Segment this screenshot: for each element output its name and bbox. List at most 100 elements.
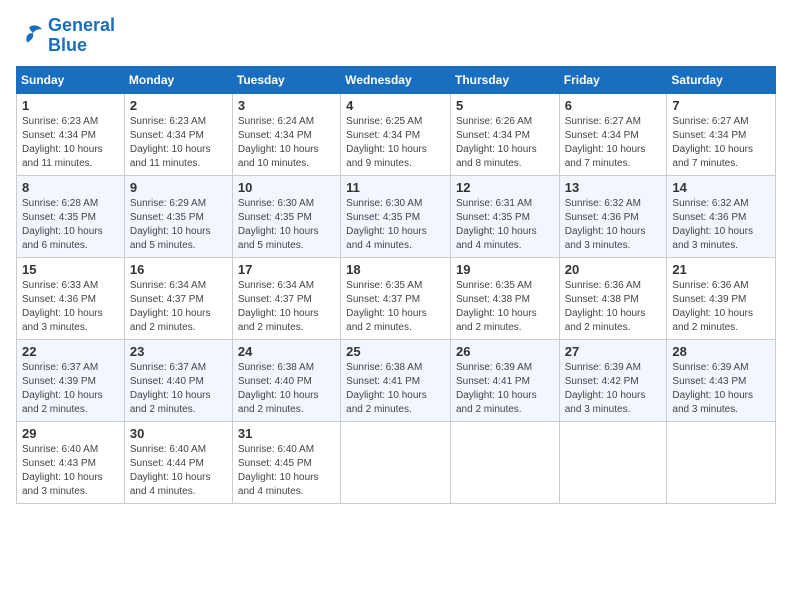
day-number: 23	[130, 344, 227, 359]
day-detail: Sunrise: 6:33 AMSunset: 4:36 PMDaylight:…	[22, 279, 119, 335]
day-detail: Sunrise: 6:36 AMSunset: 4:38 PMDaylight:…	[565, 279, 662, 335]
day-number: 1	[22, 98, 119, 113]
week-row-1: 1 Sunrise: 6:23 AMSunset: 4:34 PMDayligh…	[17, 93, 776, 175]
day-number: 17	[238, 262, 335, 277]
day-number: 18	[346, 262, 445, 277]
day-cell: 17 Sunrise: 6:34 AMSunset: 4:37 PMDaylig…	[232, 257, 340, 339]
day-detail: Sunrise: 6:37 AMSunset: 4:40 PMDaylight:…	[130, 361, 227, 417]
day-cell: 9 Sunrise: 6:29 AMSunset: 4:35 PMDayligh…	[124, 175, 232, 257]
day-cell: 12 Sunrise: 6:31 AMSunset: 4:35 PMDaylig…	[450, 175, 559, 257]
day-detail: Sunrise: 6:39 AMSunset: 4:43 PMDaylight:…	[672, 361, 770, 417]
day-cell: 8 Sunrise: 6:28 AMSunset: 4:35 PMDayligh…	[17, 175, 125, 257]
day-detail: Sunrise: 6:40 AMSunset: 4:45 PMDaylight:…	[238, 443, 335, 499]
day-cell: 2 Sunrise: 6:23 AMSunset: 4:34 PMDayligh…	[124, 93, 232, 175]
day-detail: Sunrise: 6:34 AMSunset: 4:37 PMDaylight:…	[130, 279, 227, 335]
day-detail: Sunrise: 6:30 AMSunset: 4:35 PMDaylight:…	[346, 197, 445, 253]
day-number: 13	[565, 180, 662, 195]
day-detail: Sunrise: 6:39 AMSunset: 4:42 PMDaylight:…	[565, 361, 662, 417]
week-row-3: 15 Sunrise: 6:33 AMSunset: 4:36 PMDaylig…	[17, 257, 776, 339]
day-cell: 1 Sunrise: 6:23 AMSunset: 4:34 PMDayligh…	[17, 93, 125, 175]
day-cell: 23 Sunrise: 6:37 AMSunset: 4:40 PMDaylig…	[124, 339, 232, 421]
header-sunday: Sunday	[17, 66, 125, 93]
logo: General Blue	[16, 16, 115, 56]
day-cell: 30 Sunrise: 6:40 AMSunset: 4:44 PMDaylig…	[124, 421, 232, 503]
day-detail: Sunrise: 6:35 AMSunset: 4:37 PMDaylight:…	[346, 279, 445, 335]
day-detail: Sunrise: 6:23 AMSunset: 4:34 PMDaylight:…	[22, 115, 119, 171]
day-detail: Sunrise: 6:29 AMSunset: 4:35 PMDaylight:…	[130, 197, 227, 253]
day-cell: 20 Sunrise: 6:36 AMSunset: 4:38 PMDaylig…	[559, 257, 667, 339]
day-detail: Sunrise: 6:23 AMSunset: 4:34 PMDaylight:…	[130, 115, 227, 171]
day-number: 21	[672, 262, 770, 277]
day-number: 8	[22, 180, 119, 195]
day-number: 24	[238, 344, 335, 359]
day-number: 14	[672, 180, 770, 195]
day-cell: 29 Sunrise: 6:40 AMSunset: 4:43 PMDaylig…	[17, 421, 125, 503]
day-cell: 24 Sunrise: 6:38 AMSunset: 4:40 PMDaylig…	[232, 339, 340, 421]
week-row-4: 22 Sunrise: 6:37 AMSunset: 4:39 PMDaylig…	[17, 339, 776, 421]
day-number: 19	[456, 262, 554, 277]
day-detail: Sunrise: 6:27 AMSunset: 4:34 PMDaylight:…	[565, 115, 662, 171]
calendar-table: SundayMondayTuesdayWednesdayThursdayFrid…	[16, 66, 776, 504]
day-number: 16	[130, 262, 227, 277]
day-cell: 15 Sunrise: 6:33 AMSunset: 4:36 PMDaylig…	[17, 257, 125, 339]
day-cell: 21 Sunrise: 6:36 AMSunset: 4:39 PMDaylig…	[667, 257, 776, 339]
day-cell: 31 Sunrise: 6:40 AMSunset: 4:45 PMDaylig…	[232, 421, 340, 503]
day-detail: Sunrise: 6:27 AMSunset: 4:34 PMDaylight:…	[672, 115, 770, 171]
day-detail: Sunrise: 6:35 AMSunset: 4:38 PMDaylight:…	[456, 279, 554, 335]
calendar-header-row: SundayMondayTuesdayWednesdayThursdayFrid…	[17, 66, 776, 93]
header-wednesday: Wednesday	[341, 66, 451, 93]
header-friday: Friday	[559, 66, 667, 93]
day-number: 30	[130, 426, 227, 441]
day-detail: Sunrise: 6:24 AMSunset: 4:34 PMDaylight:…	[238, 115, 335, 171]
day-cell: 27 Sunrise: 6:39 AMSunset: 4:42 PMDaylig…	[559, 339, 667, 421]
day-detail: Sunrise: 6:25 AMSunset: 4:34 PMDaylight:…	[346, 115, 445, 171]
day-cell: 16 Sunrise: 6:34 AMSunset: 4:37 PMDaylig…	[124, 257, 232, 339]
day-cell	[450, 421, 559, 503]
day-number: 4	[346, 98, 445, 113]
day-cell	[559, 421, 667, 503]
header-tuesday: Tuesday	[232, 66, 340, 93]
day-detail: Sunrise: 6:39 AMSunset: 4:41 PMDaylight:…	[456, 361, 554, 417]
day-number: 26	[456, 344, 554, 359]
day-detail: Sunrise: 6:32 AMSunset: 4:36 PMDaylight:…	[565, 197, 662, 253]
day-cell: 14 Sunrise: 6:32 AMSunset: 4:36 PMDaylig…	[667, 175, 776, 257]
day-number: 5	[456, 98, 554, 113]
day-detail: Sunrise: 6:26 AMSunset: 4:34 PMDaylight:…	[456, 115, 554, 171]
day-number: 11	[346, 180, 445, 195]
day-number: 7	[672, 98, 770, 113]
logo-text: General Blue	[48, 16, 115, 56]
day-detail: Sunrise: 6:38 AMSunset: 4:40 PMDaylight:…	[238, 361, 335, 417]
day-cell: 7 Sunrise: 6:27 AMSunset: 4:34 PMDayligh…	[667, 93, 776, 175]
day-detail: Sunrise: 6:34 AMSunset: 4:37 PMDaylight:…	[238, 279, 335, 335]
day-detail: Sunrise: 6:38 AMSunset: 4:41 PMDaylight:…	[346, 361, 445, 417]
day-number: 29	[22, 426, 119, 441]
week-row-2: 8 Sunrise: 6:28 AMSunset: 4:35 PMDayligh…	[17, 175, 776, 257]
header-saturday: Saturday	[667, 66, 776, 93]
day-number: 22	[22, 344, 119, 359]
day-cell	[341, 421, 451, 503]
day-detail: Sunrise: 6:40 AMSunset: 4:44 PMDaylight:…	[130, 443, 227, 499]
day-number: 28	[672, 344, 770, 359]
day-cell: 22 Sunrise: 6:37 AMSunset: 4:39 PMDaylig…	[17, 339, 125, 421]
day-number: 27	[565, 344, 662, 359]
day-cell: 11 Sunrise: 6:30 AMSunset: 4:35 PMDaylig…	[341, 175, 451, 257]
day-detail: Sunrise: 6:32 AMSunset: 4:36 PMDaylight:…	[672, 197, 770, 253]
day-cell: 26 Sunrise: 6:39 AMSunset: 4:41 PMDaylig…	[450, 339, 559, 421]
day-cell: 10 Sunrise: 6:30 AMSunset: 4:35 PMDaylig…	[232, 175, 340, 257]
day-cell: 6 Sunrise: 6:27 AMSunset: 4:34 PMDayligh…	[559, 93, 667, 175]
day-detail: Sunrise: 6:40 AMSunset: 4:43 PMDaylight:…	[22, 443, 119, 499]
day-number: 2	[130, 98, 227, 113]
day-number: 15	[22, 262, 119, 277]
day-number: 25	[346, 344, 445, 359]
page-header: General Blue	[16, 16, 776, 56]
day-cell	[667, 421, 776, 503]
header-monday: Monday	[124, 66, 232, 93]
day-number: 31	[238, 426, 335, 441]
day-number: 9	[130, 180, 227, 195]
day-number: 20	[565, 262, 662, 277]
day-cell: 4 Sunrise: 6:25 AMSunset: 4:34 PMDayligh…	[341, 93, 451, 175]
logo-icon	[16, 22, 44, 50]
day-number: 6	[565, 98, 662, 113]
day-number: 12	[456, 180, 554, 195]
day-detail: Sunrise: 6:37 AMSunset: 4:39 PMDaylight:…	[22, 361, 119, 417]
